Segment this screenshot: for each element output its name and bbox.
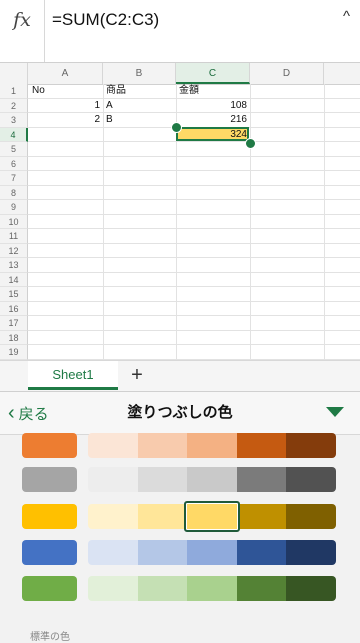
- collapse-icon[interactable]: ^: [343, 8, 350, 25]
- color-swatch-shade-1-2[interactable]: [137, 433, 188, 458]
- row-header-9[interactable]: 9: [0, 200, 28, 215]
- cell-b1[interactable]: 商品: [106, 84, 126, 99]
- color-shade-row-4: [88, 540, 336, 565]
- row-header-15[interactable]: 15: [0, 287, 28, 302]
- color-swatch-shade-3-1[interactable]: [88, 504, 138, 529]
- color-swatch-shade-4-3[interactable]: [187, 540, 237, 565]
- row-gridline: [28, 344, 360, 345]
- row-gridline: [28, 170, 360, 171]
- row-gridline: [28, 257, 360, 258]
- select-all-corner[interactable]: [0, 63, 28, 84]
- color-swatch-base-1[interactable]: [22, 433, 77, 458]
- sheet-tab-sheet1[interactable]: Sheet1: [28, 361, 118, 390]
- row-header-4[interactable]: 4: [0, 127, 28, 142]
- column-header-d[interactable]: D: [250, 63, 324, 84]
- color-swatch-shade-4-1[interactable]: [88, 540, 138, 565]
- dismiss-triangle-icon[interactable]: [326, 407, 344, 417]
- color-swatch-shade-5-3[interactable]: [187, 576, 237, 601]
- color-swatch-shade-2-2[interactable]: [137, 467, 188, 492]
- row-header-7[interactable]: 7: [0, 171, 28, 186]
- column-gridline: [250, 84, 251, 360]
- cell-b3[interactable]: B: [106, 113, 113, 128]
- function-icon[interactable]: fx: [0, 0, 45, 62]
- row-gridline: [28, 329, 360, 331]
- color-swatch-base-5[interactable]: [22, 576, 77, 601]
- row-gridline: [28, 155, 360, 157]
- color-swatch-shade-4-4[interactable]: [236, 540, 287, 565]
- row-header-12[interactable]: 12: [0, 243, 28, 258]
- color-shade-row-1: [88, 433, 336, 458]
- row-gridline: [28, 242, 360, 244]
- row-gridline: [28, 228, 360, 229]
- row-header-14[interactable]: 14: [0, 272, 28, 287]
- row-gridline: [28, 184, 360, 186]
- cell-a2[interactable]: 1: [28, 99, 100, 114]
- color-swatch-shade-2-5[interactable]: [286, 467, 336, 492]
- column-header-bar: A B C D: [0, 63, 360, 85]
- standard-colors-label: 標準の色: [30, 632, 70, 643]
- row-gridline: [28, 315, 360, 316]
- color-shade-row-2: [88, 467, 336, 492]
- panel-title: 塗りつぶしの色: [127, 404, 233, 421]
- color-swatch-shade-5-4[interactable]: [236, 576, 287, 601]
- cell-b2[interactable]: A: [106, 99, 113, 114]
- cell-a1[interactable]: No: [32, 84, 45, 99]
- column-gridline: [103, 84, 104, 360]
- color-swatch-shade-1-5[interactable]: [286, 433, 336, 458]
- column-header-a[interactable]: A: [28, 63, 103, 84]
- column-gridline: [324, 84, 325, 360]
- sheet-tab-bar: Sheet1 +: [0, 360, 360, 391]
- color-swatch-base-4[interactable]: [22, 540, 77, 565]
- row-header-19[interactable]: 19: [0, 345, 28, 360]
- column-header-b[interactable]: B: [103, 63, 176, 84]
- fill-color-panel-header: ‹ 戻る 塗りつぶしの色: [0, 391, 360, 435]
- row-header-3[interactable]: 3: [0, 113, 28, 128]
- color-swatch-shade-1-4[interactable]: [236, 433, 287, 458]
- color-swatch-shade-2-3[interactable]: [187, 467, 237, 492]
- row-header-6[interactable]: 6: [0, 156, 28, 171]
- color-swatch-shade-5-2[interactable]: [137, 576, 188, 601]
- row-header-13[interactable]: 13: [0, 258, 28, 273]
- color-swatch-shade-4-5[interactable]: [286, 540, 336, 565]
- color-swatch-base-3[interactable]: [22, 504, 77, 529]
- color-swatch-shade-3-2[interactable]: [137, 504, 188, 529]
- row-header-1[interactable]: 1: [0, 84, 28, 99]
- color-swatch-shade-5-1[interactable]: [88, 576, 138, 601]
- row-header-10[interactable]: 10: [0, 214, 28, 229]
- color-swatch-shade-5-5[interactable]: [286, 576, 336, 601]
- cell-c1[interactable]: 金額: [179, 84, 199, 99]
- row-gridline: [28, 300, 360, 302]
- spreadsheet-grid[interactable]: A B C D 1 2 3 4 5 6 7 8 9 10 11 12 13 14 15 16 17 18 19 No…: [0, 63, 360, 360]
- color-swatch-shade-2-4[interactable]: [236, 467, 287, 492]
- add-sheet-icon[interactable]: +: [120, 361, 154, 390]
- color-swatch-shade-4-2[interactable]: [137, 540, 188, 565]
- row-gridline: [28, 199, 360, 200]
- color-swatch-shade-1-3[interactable]: [187, 433, 237, 458]
- row-gridline: [28, 286, 360, 287]
- row-gridline: [28, 213, 360, 215]
- row-gridline: [28, 271, 360, 273]
- row-header-17[interactable]: 17: [0, 316, 28, 331]
- cell-a3[interactable]: 2: [28, 113, 100, 128]
- color-swatch-shade-1-1[interactable]: [88, 433, 138, 458]
- formula-bar[interactable]: fx =SUM(C2:C3) ^: [0, 0, 360, 63]
- color-swatch-shade-3-4[interactable]: [236, 504, 287, 529]
- selected-color-indicator: [184, 501, 240, 532]
- row-header-8[interactable]: 8: [0, 185, 28, 200]
- color-swatch-shade-3-5[interactable]: [286, 504, 336, 529]
- color-swatch-shade-2-1[interactable]: [88, 467, 138, 492]
- cell-c4[interactable]: 324: [176, 128, 247, 143]
- formula-text[interactable]: =SUM(C2:C3): [52, 10, 159, 30]
- row-header-11[interactable]: 11: [0, 229, 28, 244]
- color-swatch-base-2[interactable]: [22, 467, 77, 492]
- row-header-18[interactable]: 18: [0, 330, 28, 345]
- color-shade-row-5: [88, 576, 336, 601]
- row-header-2[interactable]: 2: [0, 98, 28, 113]
- cell-c2[interactable]: 108: [176, 99, 247, 114]
- cell-c3[interactable]: 216: [176, 113, 247, 128]
- column-header-c[interactable]: C: [176, 63, 250, 84]
- row-header-5[interactable]: 5: [0, 142, 28, 157]
- row-header-16[interactable]: 16: [0, 301, 28, 316]
